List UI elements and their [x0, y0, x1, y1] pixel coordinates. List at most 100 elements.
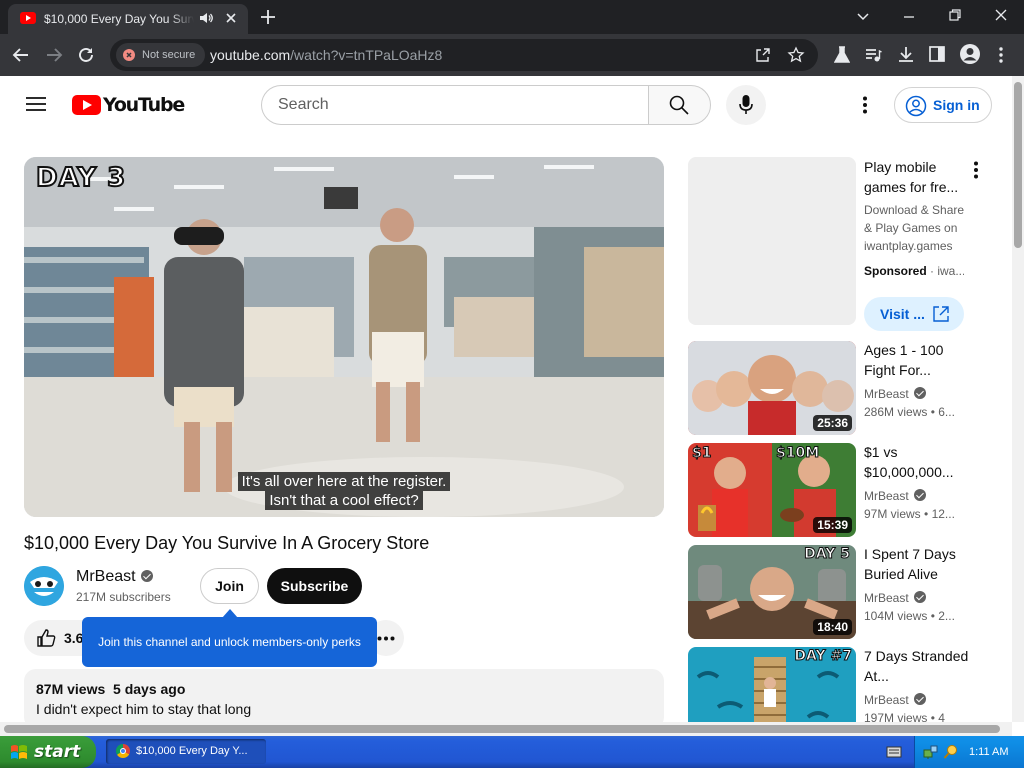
channel-avatar[interactable] [24, 566, 64, 606]
network-icon[interactable] [923, 744, 939, 760]
video-player[interactable]: DAY 3 It's all over here at the register… [24, 157, 664, 517]
url-host: youtube.com [210, 47, 291, 63]
visit-ad-button[interactable]: Visit ... [864, 297, 964, 331]
vertical-scroll-thumb[interactable] [1014, 82, 1022, 248]
recommendation-channel[interactable]: MrBeast [864, 387, 926, 401]
recommendation-age: • 2... [930, 609, 955, 623]
search-input[interactable] [278, 96, 618, 114]
description-text: I didn't expect him to stay that long [36, 701, 252, 717]
ad-title[interactable]: Play mobile games for fre... [864, 157, 964, 197]
sign-in-button[interactable]: Sign in [894, 87, 992, 123]
settings-more-icon[interactable] [862, 96, 868, 114]
vertical-scrollbar[interactable] [1012, 76, 1024, 722]
minimize-window-icon[interactable] [902, 10, 916, 24]
security-chip[interactable]: Not secure [116, 43, 206, 67]
recommendation-meta: 97M views • 12... [864, 507, 964, 521]
tab-close-icon[interactable] [224, 11, 238, 25]
caption-text-2: Isn't that a cool effect? [265, 491, 423, 510]
recommendation-title[interactable]: Ages 1 - 100 Fight For... [864, 340, 974, 380]
browser-tab[interactable]: $10,000 Every Day You Survive In A Groce… [8, 4, 248, 34]
search-tray-icon[interactable] [943, 744, 959, 760]
sponsored-domain: · iwa... [926, 264, 964, 278]
video-duration: 25:36 [813, 415, 852, 431]
taskbar: start $10,000 Every Day Y... 1:11 AM [0, 736, 1024, 768]
horizontal-scroll-thumb[interactable] [4, 725, 1000, 733]
start-button[interactable]: start [0, 736, 96, 768]
recommendation-channel-text: MrBeast [864, 591, 909, 605]
reload-icon[interactable] [77, 46, 95, 64]
subscribe-button[interactable]: Subscribe [267, 568, 362, 604]
forward-icon[interactable] [45, 46, 63, 64]
thumbnail-text: DAY 5 [804, 546, 851, 563]
sponsored-label: Sponsored [864, 264, 927, 278]
recommendation-channel-text: MrBeast [864, 387, 909, 401]
chrome-menu-icon[interactable] [998, 46, 1004, 64]
ad-thumbnail[interactable] [688, 157, 856, 325]
recommendation-channel-text: MrBeast [864, 489, 909, 503]
hamburger-menu-icon[interactable] [26, 96, 46, 112]
description-box[interactable]: 87M views 5 days ago I didn't expect him… [24, 669, 664, 729]
browser-toolbar: Not secure youtube.com/watch?v=tnTPaLOaH… [0, 34, 1024, 76]
address-bar[interactable]: Not secure youtube.com/watch?v=tnTPaLOaH… [110, 39, 818, 71]
speaker-icon[interactable] [198, 10, 214, 26]
search-button[interactable] [648, 85, 711, 125]
recommendation-title[interactable]: I Spent 7 Days Buried Alive [864, 544, 974, 584]
recommendation-title[interactable]: 7 Days Stranded At... [864, 646, 974, 686]
side-panel-icon[interactable] [929, 46, 945, 62]
system-tray: 1:11 AM [914, 736, 1024, 768]
share-icon[interactable] [755, 47, 771, 63]
voice-search-button[interactable] [726, 85, 766, 125]
youtube-play-logo-icon [72, 95, 101, 115]
channel-name-text: MrBeast [76, 568, 136, 585]
ad-more-icon[interactable] [973, 161, 979, 179]
recommendation-views: 104M views [864, 609, 928, 623]
back-icon[interactable] [12, 46, 30, 64]
subscriber-count: 217M subscribers [76, 590, 171, 604]
recommendation-thumbnail[interactable]: $1 $10M 15:39 [688, 443, 856, 537]
chrome-icon [116, 744, 130, 758]
recommendation-channel[interactable]: MrBeast [864, 489, 926, 503]
external-link-icon [932, 305, 950, 323]
recommendation-meta: 197M views • 4 [864, 711, 964, 722]
bookmark-star-icon[interactable] [787, 46, 805, 64]
youtube-logo[interactable]: YouTube [72, 94, 192, 117]
search-icon [669, 95, 689, 115]
media-queue-icon[interactable] [864, 46, 882, 64]
caption-text-1: It's all over here at the register. [237, 472, 451, 491]
recommendation-channel[interactable]: MrBeast [864, 591, 926, 605]
channel-name[interactable]: MrBeast [76, 568, 153, 586]
recommendation-age: • 4 [930, 711, 945, 722]
account-circle-icon [905, 95, 927, 117]
sign-in-label: Sign in [933, 97, 980, 113]
video-duration: 15:39 [813, 517, 852, 533]
join-tooltip: Join this channel and unlock members-onl… [82, 609, 377, 667]
profile-avatar-icon[interactable] [960, 44, 980, 64]
day-badge: DAY 3 [35, 162, 127, 194]
recommendation-thumbnail[interactable]: DAY 5 18:40 [688, 545, 856, 639]
join-button[interactable]: Join [200, 568, 259, 604]
horizontal-scrollbar[interactable] [0, 722, 1012, 736]
new-tab-icon[interactable] [260, 9, 276, 25]
thumbnail-text-left: $1 [691, 445, 712, 462]
url-text[interactable]: youtube.com/watch?v=tnTPaLOaHz8 [210, 47, 442, 63]
verified-badge-icon [913, 387, 926, 399]
taskbar-chrome-window[interactable]: $10,000 Every Day Y... [106, 739, 266, 764]
close-window-icon[interactable] [994, 8, 1008, 22]
microphone-icon [739, 94, 753, 116]
restore-window-icon[interactable] [948, 8, 962, 22]
download-icon[interactable] [897, 45, 915, 63]
search-box[interactable] [261, 85, 649, 125]
labs-flask-icon[interactable] [834, 46, 850, 64]
recommendation-title[interactable]: $1 vs $10,000,000... [864, 442, 974, 482]
recommendation-channel[interactable]: MrBeast [864, 693, 926, 707]
security-label: Not secure [142, 49, 196, 61]
keyboard-icon[interactable] [886, 745, 902, 759]
visit-label: Visit ... [880, 306, 925, 322]
recommendation-views: 197M views [864, 711, 928, 722]
caption-line-2: Isn't that a cool effect? [24, 491, 664, 510]
tab-search-chevron-icon[interactable] [856, 10, 870, 24]
recommendation-age: • 12... [924, 507, 955, 521]
recommendation-thumbnail[interactable]: DAY #7 [688, 647, 856, 722]
recommendation-thumbnail[interactable]: 25:36 [688, 341, 856, 435]
recommendation-views: 286M views [864, 405, 928, 419]
